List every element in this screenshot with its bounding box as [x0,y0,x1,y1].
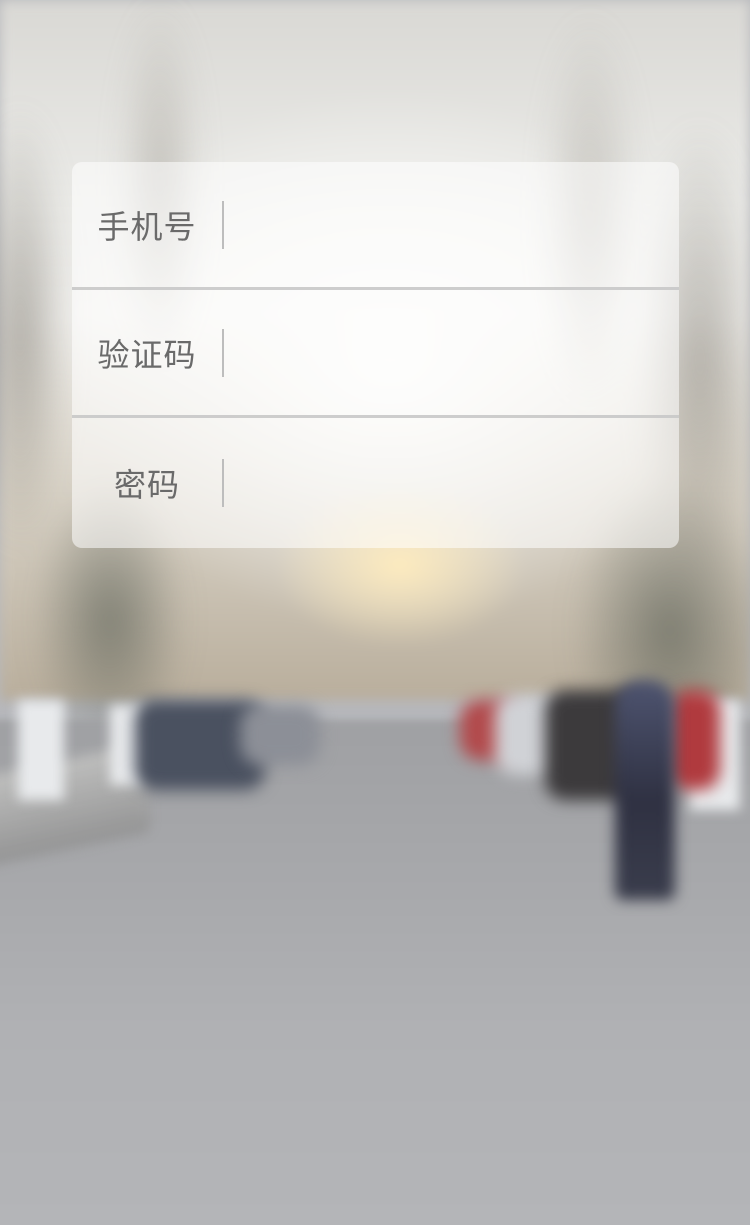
background-car [670,690,720,790]
phone-input[interactable] [224,162,679,287]
login-form: 手机号 验证码 密码 [72,162,679,548]
verification-code-label: 验证码 [97,335,197,374]
verification-code-field-row: 验证码 [72,287,679,415]
background-pedestrian [615,680,675,900]
verification-code-input[interactable] [224,290,679,415]
password-label: 密码 [113,466,180,504]
login-screen: 手机号 验证码 密码 [0,0,750,1225]
password-input[interactable] [224,418,679,548]
password-field-row: 密码 [72,415,679,548]
background-tree-trunk [18,700,64,800]
phone-field-row: 手机号 [72,162,679,287]
background-car [240,705,320,765]
phone-label: 手机号 [97,207,197,246]
